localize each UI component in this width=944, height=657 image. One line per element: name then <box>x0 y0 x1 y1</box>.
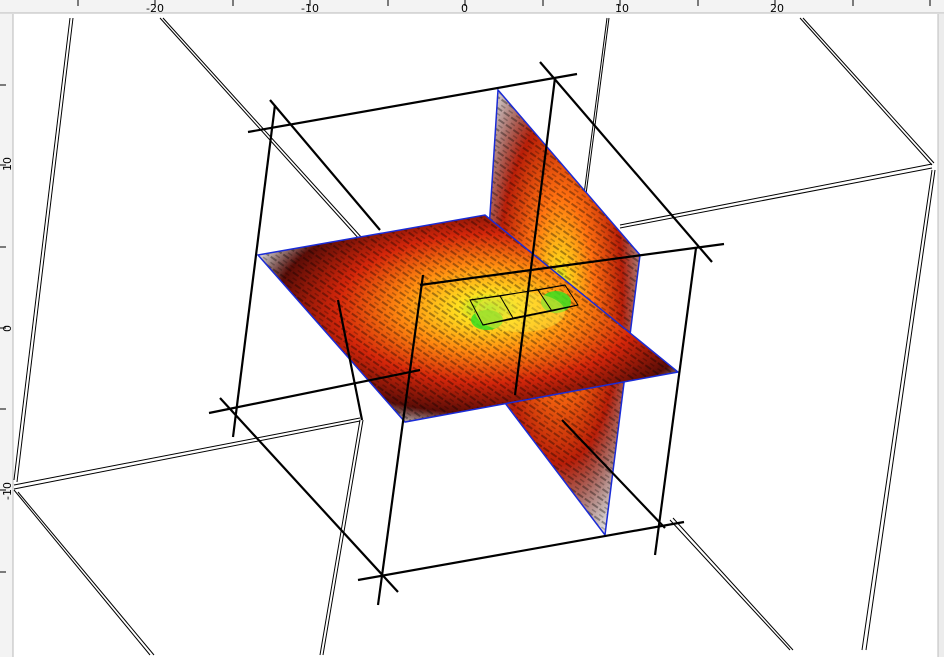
outer-edge <box>13 489 151 656</box>
outer-edge <box>865 169 936 651</box>
outer-edge <box>322 419 364 656</box>
outer-edge <box>319 419 361 656</box>
outer-edge <box>619 167 933 229</box>
outer-edge <box>16 17 74 483</box>
outer-edge <box>619 163 933 226</box>
x-tick-label: 20 <box>770 2 784 15</box>
x-tick-label: 10 <box>615 2 629 15</box>
3d-viewport[interactable]: -20 -10 0 10 20 10 0 -10 <box>0 0 944 657</box>
y-tick-label: 10 <box>1 157 14 171</box>
frame-edge <box>231 104 277 438</box>
outer-edge <box>13 17 71 481</box>
x-tick-label: 0 <box>461 2 468 15</box>
x-tick-label: -20 <box>146 2 164 15</box>
frame-edge <box>653 247 698 556</box>
y-tick-label: 0 <box>1 325 14 332</box>
outer-edge <box>799 17 933 166</box>
x-tick-label: -10 <box>301 2 319 15</box>
ruler-left <box>0 14 13 657</box>
frame-edge <box>357 520 685 582</box>
outer-edge <box>669 519 791 651</box>
outer-edge <box>802 17 935 164</box>
frame-edge <box>247 72 578 134</box>
right-edge-panel <box>938 14 944 657</box>
outer-edge <box>13 417 361 486</box>
outer-edge <box>13 420 361 490</box>
viewport-canvas[interactable]: -20 -10 0 10 20 10 0 -10 <box>0 0 944 657</box>
ruler-top <box>0 0 944 13</box>
outer-edge <box>861 169 933 651</box>
frame-edge <box>219 397 399 593</box>
outer-edge <box>17 491 155 656</box>
y-tick-label: -10 <box>1 482 14 500</box>
outer-edge <box>672 517 794 651</box>
